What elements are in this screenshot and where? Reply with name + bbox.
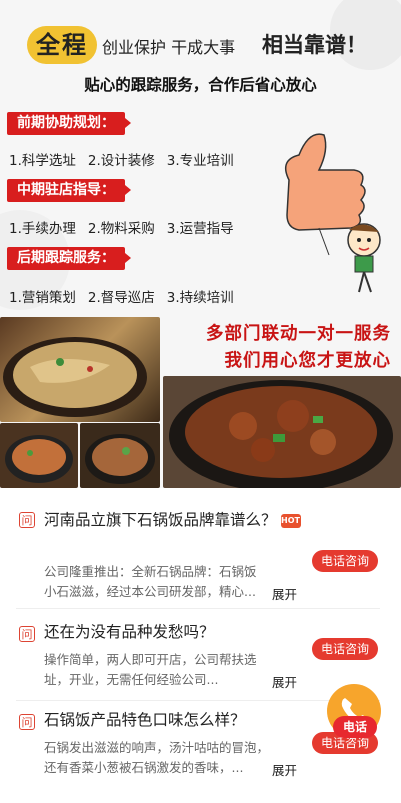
food-photo-chicken-pot bbox=[163, 376, 401, 488]
hero-big-text: 相当靠谱！ bbox=[262, 33, 367, 57]
food-photo-art bbox=[5, 435, 73, 483]
item: 2.督导巡店 bbox=[87, 290, 155, 306]
faq-title[interactable]: 还在为没有品种发愁吗？ bbox=[44, 620, 314, 645]
expand-link[interactable]: 展开 bbox=[272, 760, 297, 779]
question-badge: 问 bbox=[19, 626, 35, 642]
item: 3.运营指导 bbox=[166, 221, 234, 237]
food-photo-small-1 bbox=[0, 423, 78, 488]
faq-item[interactable]: 问 河南品立旗下石锅饭品牌靠谱么？ HOT 公司隆重推出：全新石锅品牌：石锅饭 小… bbox=[16, 506, 380, 609]
early-planning-items: 1.科学选址 2.设计装修 3.专业培训 bbox=[9, 149, 246, 169]
question-badge: 问 bbox=[19, 714, 35, 730]
slogan-line-2: 我们用心您才更放心 bbox=[224, 351, 391, 371]
hero-mid-text: 创业保护 干成大事 bbox=[102, 38, 236, 57]
promo-banner: 全程 创业保护 干成大事 相当靠谱！ 贴心的跟踪服务，合作后省心放心 前期协助规… bbox=[0, 0, 401, 488]
faq-title[interactable]: 石锅饭产品特色口味怎么样？ bbox=[44, 708, 314, 733]
faq-title[interactable]: 河南品立旗下石锅饭品牌靠谱么？ HOT bbox=[44, 508, 314, 533]
food-photo-art bbox=[3, 337, 147, 417]
food-photo-noodle-pot bbox=[0, 317, 160, 422]
thumbs-up-mascot-illustration bbox=[284, 133, 381, 293]
item: 3.专业培训 bbox=[166, 153, 234, 169]
faq-desc: 操作简单，两人即可开店，公司帮扶选址，开业，无需任何经验公司... bbox=[44, 652, 257, 687]
late-service-items: 1.营销策划 2.督导巡店 3.持续培训 bbox=[9, 286, 246, 306]
tag-late-service: 后期跟踪服务： bbox=[7, 247, 131, 270]
call-consult-button[interactable]: 电话咨询 bbox=[312, 638, 378, 660]
food-photo-art bbox=[169, 380, 393, 488]
mid-guidance-items: 1.手续办理 2.物料采购 3.运营指导 bbox=[9, 217, 246, 237]
faq-item[interactable]: 问 还在为没有品种发愁吗？ 操作简单，两人即可开店，公司帮扶选址，开业，无需任何… bbox=[16, 612, 380, 701]
faq-item[interactable]: 问 石锅饭产品特色口味怎么样？ 石锅发出滋滋的响声，汤汁咕咕的冒泡，还有香菜小葱… bbox=[16, 702, 380, 798]
hot-icon: HOT bbox=[280, 513, 301, 528]
faq-title-text: 河南品立旗下石锅饭品牌靠谱么？ bbox=[44, 511, 277, 529]
item: 1.科学选址 bbox=[9, 153, 76, 169]
item: 3.持续培训 bbox=[166, 290, 234, 306]
item: 2.设计装修 bbox=[87, 153, 155, 169]
item: 2.物料采购 bbox=[87, 221, 155, 237]
faq-list: 问 河南品立旗下石锅饭品牌靠谱么？ HOT 公司隆重推出：全新石锅品牌：石锅饭 小… bbox=[0, 488, 401, 803]
tag-mid-guidance: 中期驻店指导： bbox=[7, 179, 131, 202]
item: 1.手续办理 bbox=[9, 221, 76, 237]
call-consult-button[interactable]: 电话咨询 bbox=[312, 550, 378, 572]
item: 1.营销策划 bbox=[9, 290, 76, 306]
expand-link[interactable]: 展开 bbox=[272, 672, 297, 691]
tag-early-planning: 前期协助规划： bbox=[7, 112, 131, 135]
quan-cheng-badge: 全程 bbox=[27, 26, 97, 64]
food-photo-small-2 bbox=[80, 423, 160, 488]
floating-call-label[interactable]: 电话 bbox=[333, 716, 377, 738]
question-badge: 问 bbox=[19, 512, 35, 528]
slogan-line-1: 多部门联动一对一服务 bbox=[206, 324, 391, 344]
banner-subtitle: 贴心的跟踪服务，合作后省心放心 bbox=[84, 76, 317, 94]
food-photo-art bbox=[85, 434, 155, 484]
faq-desc: 石锅发出滋滋的响声，汤汁咕咕的冒泡，还有香菜小葱被石锅激发的香味，... bbox=[44, 740, 270, 775]
faq-desc: 公司隆重推出：全新石锅品牌：石锅饭 小石滋滋，经过本公司研发部，精心... bbox=[44, 564, 257, 599]
hero-headline: 全程 创业保护 干成大事 相当靠谱！ bbox=[0, 26, 401, 66]
expand-link[interactable]: 展开 bbox=[272, 584, 297, 603]
